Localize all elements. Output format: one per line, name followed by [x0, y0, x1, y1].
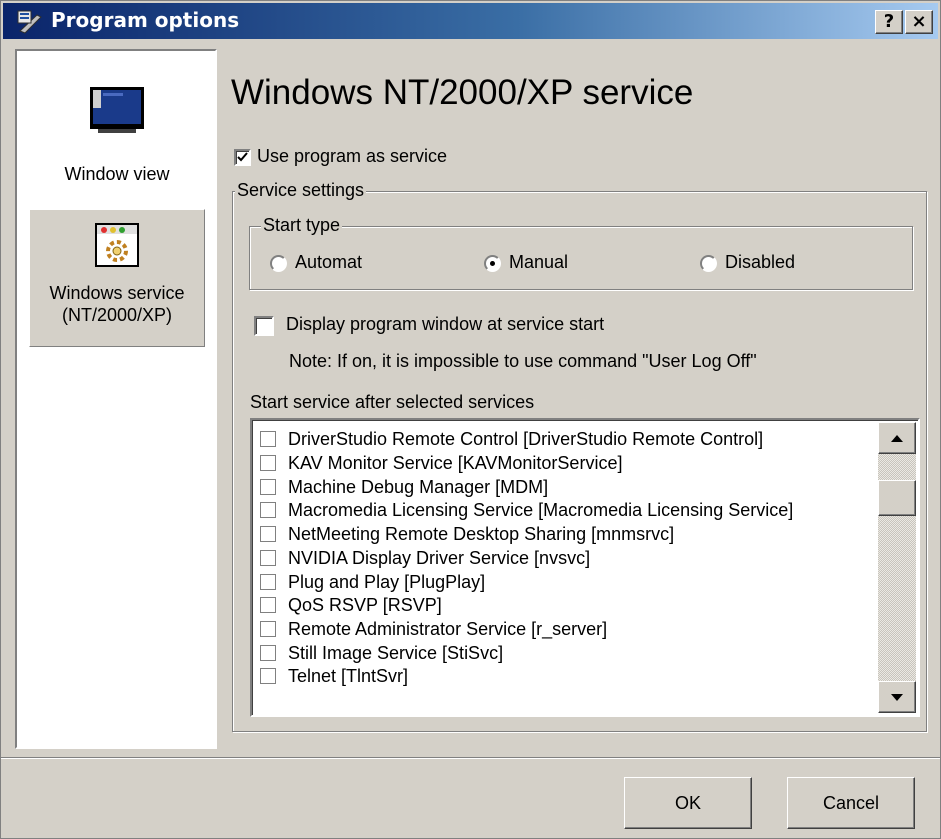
sidebar-item-windows-service[interactable]: Windows service (NT/2000/XP) [29, 209, 205, 347]
services-list-scrollbar[interactable] [878, 422, 916, 713]
service-label: KAV Monitor Service [KAVMonitorService] [288, 453, 623, 473]
display-window-label[interactable]: Display program window at service start [286, 314, 604, 335]
radio-selected-dot [490, 261, 495, 266]
use-as-service-checkbox[interactable] [234, 149, 251, 166]
scroll-thumb[interactable] [878, 480, 916, 516]
start-type-automat-label[interactable]: Automat [295, 252, 362, 273]
page-title: Windows NT/2000/XP service [231, 73, 694, 112]
service-label: Machine Debug Manager [MDM] [288, 477, 549, 497]
start-type-legend: Start type [261, 215, 343, 236]
scroll-up-button[interactable] [878, 422, 916, 454]
scroll-down-button[interactable] [878, 681, 916, 713]
program-options-window: Program options ? × Window view Windows … [0, 0, 941, 839]
sidebar-item-label: Window view [64, 164, 170, 184]
sidebar-item-label: (NT/2000/XP) [61, 305, 173, 325]
options-sidebar: Window view Windows service (NT/2000/XP) [15, 49, 217, 749]
sidebar-item-label: Windows service [49, 283, 185, 303]
service-label: Remote Administrator Service [r_server] [288, 619, 608, 639]
service-checkbox[interactable] [260, 550, 276, 566]
service-label: DriverStudio Remote Control [DriverStudi… [288, 429, 764, 449]
service-gear-icon [95, 223, 139, 267]
monitor-icon [90, 87, 144, 133]
start-type-manual-label[interactable]: Manual [509, 252, 568, 273]
service-label: Still Image Service [StiSvc] [288, 643, 504, 663]
service-checkbox[interactable] [260, 455, 276, 471]
help-button[interactable]: ? [875, 10, 903, 34]
window-title: Program options [51, 8, 240, 32]
start-type-disabled-radio[interactable] [700, 255, 717, 272]
services-list[interactable]: DriverStudio Remote Control [DriverStudi… [250, 418, 920, 717]
arrow-up-icon [891, 435, 903, 442]
use-as-service-label[interactable]: Use program as service [257, 146, 447, 167]
service-checkbox[interactable] [260, 574, 276, 590]
service-settings-legend: Service settings [235, 180, 367, 201]
note-text: Note: If on, it is impossible to use com… [289, 351, 757, 371]
service-checkbox[interactable] [260, 597, 276, 613]
service-label: Plug and Play [PlugPlay] [288, 572, 486, 592]
service-label: QoS RSVP [RSVP] [288, 595, 442, 615]
footer-separator-highlight [1, 758, 940, 759]
cancel-button[interactable]: Cancel [787, 777, 915, 829]
service-label: Macromedia Licensing Service [Macromedia… [288, 500, 794, 520]
title-bar[interactable]: Program options ? × [3, 3, 938, 39]
start-type-automat-radio[interactable] [270, 255, 287, 272]
service-label: NVIDIA Display Driver Service [nvsvc] [288, 548, 591, 568]
start-type-disabled-label[interactable]: Disabled [725, 252, 795, 273]
start-type-manual-radio[interactable] [484, 255, 501, 272]
sidebar-item-window-view[interactable]: Window view [29, 75, 205, 205]
display-window-checkbox[interactable] [254, 316, 274, 336]
service-checkbox[interactable] [260, 479, 276, 495]
service-checkbox[interactable] [260, 526, 276, 542]
service-checkbox[interactable] [260, 502, 276, 518]
program-options-icon [17, 10, 42, 34]
service-checkbox[interactable] [260, 621, 276, 637]
service-checkbox[interactable] [260, 668, 276, 684]
close-button[interactable]: × [905, 10, 933, 34]
service-label: Telnet [TlntSvr] [288, 666, 409, 686]
service-checkbox[interactable] [260, 645, 276, 661]
checkmark-icon [237, 152, 248, 162]
service-checkbox[interactable] [260, 431, 276, 447]
service-label: NetMeeting Remote Desktop Sharing [mnmsr… [288, 524, 675, 544]
ok-button[interactable]: OK [624, 777, 752, 829]
arrow-down-icon [891, 694, 903, 701]
services-list-label: Start service after selected services [250, 392, 535, 412]
